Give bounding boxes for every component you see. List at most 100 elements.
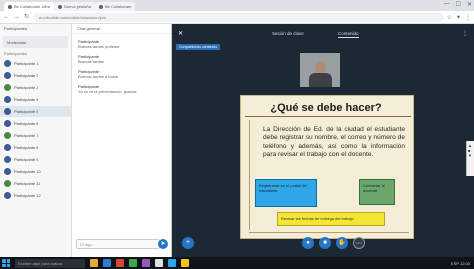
avatar: [4, 96, 11, 103]
add-button[interactable]: +: [182, 237, 194, 249]
participant-item[interactable]: Participante 8: [0, 142, 71, 153]
chat-input[interactable]: Di algo: [76, 239, 160, 249]
participant-list: Participante 1 Participante 2 Participante…: [0, 58, 71, 201]
more-icon[interactable]: ⋯: [353, 237, 365, 249]
moderator-label: Moderador: [7, 39, 27, 45]
participant-name: Participante 7: [14, 133, 39, 138]
participant-item[interactable]: Participante 6: [0, 118, 71, 129]
meeting-title: Sesión de clase: [272, 31, 304, 36]
chat-message: Participante Buenas tardes profesor: [78, 39, 165, 49]
participant-item[interactable]: Participante 10: [0, 166, 71, 177]
more-options-icon[interactable]: ⋮: [462, 30, 468, 37]
participant-item[interactable]: Participante 4: [0, 94, 71, 105]
close-window-icon[interactable]: ✕: [467, 1, 472, 8]
menu-icon[interactable]: ⋮: [465, 14, 471, 21]
side-widget[interactable]: ▲ ■ ▼: [466, 141, 474, 176]
chat-message-list: Participante Buenas tardes profesor Partic…: [72, 39, 171, 94]
taskbar-app-icon[interactable]: [103, 259, 111, 267]
slide-title-rule: [245, 116, 411, 117]
taskbar-app-icon[interactable]: [90, 259, 98, 267]
meeting-stage: ✕ Compartiendo contenido Sesión de clase…: [172, 24, 474, 257]
chat-message-text: Buenas tardes profesor: [78, 44, 120, 49]
avatar: [4, 132, 11, 139]
taskbar-app-icon[interactable]: [142, 259, 150, 267]
chat-message-text: Ya se ve la presentación, gracias: [78, 89, 137, 94]
taskbar-app-icon[interactable]: [155, 259, 163, 267]
minimize-icon[interactable]: —: [444, 1, 450, 8]
slide-green-box: Contactar al docente: [359, 179, 395, 205]
tab-favicon-icon: [58, 4, 63, 9]
toolbar-actions: ☆ ✦ ⋮: [447, 14, 471, 21]
participant-item[interactable]: Participante 7: [0, 130, 71, 141]
forward-icon[interactable]: →: [13, 14, 20, 21]
taskbar-apps: [90, 259, 189, 267]
extensions-icon[interactable]: ✦: [456, 14, 461, 21]
participant-name: Participante 11: [14, 181, 41, 186]
microphone-icon[interactable]: ●: [302, 237, 314, 249]
taskbar-search-input[interactable]: Escribe aquí para buscar: [15, 258, 85, 268]
participant-item[interactable]: Participante 1: [0, 58, 71, 69]
star-icon[interactable]: ☆: [447, 14, 452, 21]
moderator-section[interactable]: Moderador: [3, 36, 68, 48]
address-bar[interactable]: eu.bbcollab.com/collab/ui/session/join: [33, 12, 444, 22]
slide-body: La Dirección de Ed. de la ciudad el estu…: [263, 126, 405, 158]
taskbar-app-icon[interactable]: [168, 259, 176, 267]
participant-item[interactable]: Participante 9: [0, 154, 71, 165]
participant-name: Participante 4: [14, 97, 39, 102]
slide-rule-vertical: [249, 120, 250, 230]
taskbar-app-icon[interactable]: [116, 259, 124, 267]
chat-message-text: Buenas tardes: [78, 59, 104, 64]
raise-hand-icon[interactable]: ✋: [336, 237, 348, 249]
window-controls: — ☐ ✕: [444, 1, 472, 8]
slide-rule-horizontal: [249, 232, 409, 233]
avatar: [4, 192, 11, 199]
slide-title: ¿Qué se debe hacer?: [270, 102, 382, 114]
meeting-controls: ● ■ ✋ ⋯: [302, 237, 365, 249]
browser-tab-1[interactable]: Bb Collaborate Ultra: [4, 2, 55, 11]
taskbar-app-icon[interactable]: [181, 259, 189, 267]
tab-label: Bb Collaborate Ultra: [14, 4, 51, 9]
participant-item[interactable]: Participante 12: [0, 190, 71, 201]
browser-tab-2[interactable]: Nueva pestaña: [54, 2, 95, 11]
tab-favicon-icon: [8, 4, 12, 9]
close-icon[interactable]: ✕: [178, 30, 183, 37]
avatar: [4, 156, 11, 163]
presenter-video[interactable]: [300, 53, 340, 87]
avatar: [4, 72, 11, 79]
participant-name: Participante 5: [14, 109, 39, 114]
participant-name: Participante 3: [14, 85, 39, 90]
presenter-body: [309, 73, 332, 87]
browser-tab-3[interactable]: Bb Collaborate: [94, 2, 136, 11]
chat-message-text: Buenas tardes a todos: [78, 74, 119, 79]
windows-start-icon[interactable]: [2, 259, 10, 267]
reload-icon[interactable]: ↻: [23, 14, 30, 21]
avatar: [4, 144, 11, 151]
participants-panel: Participantes Moderador Participantes Pa…: [0, 24, 72, 257]
participants-sub-label: Participantes: [4, 51, 28, 56]
system-tray-clock: ESP 12:00: [450, 260, 470, 266]
avatar: [4, 120, 11, 127]
slide-blue-box: Registrarse en el portal del estudiante: [255, 179, 317, 207]
back-icon[interactable]: ←: [3, 14, 10, 21]
camera-icon[interactable]: ■: [319, 237, 331, 249]
avatar: [4, 108, 11, 115]
participant-item[interactable]: Participante 3: [0, 82, 71, 93]
chat-header: Chat general: [72, 24, 171, 34]
maximize-icon[interactable]: ☐: [456, 1, 461, 8]
tab-label: Bb Collaborate: [104, 4, 132, 9]
participant-name: Participante 6: [14, 121, 39, 126]
tab-label: Nueva pestaña: [64, 4, 91, 9]
sharing-badge: Compartiendo contenido: [176, 44, 221, 50]
participant-item[interactable]: Participante 5: [0, 106, 71, 117]
participant-item[interactable]: Participante 11: [0, 178, 71, 189]
participant-name: Participante 10: [14, 169, 41, 174]
avatar: [4, 168, 11, 175]
participant-item[interactable]: Participante 2: [0, 70, 71, 81]
chat-message: Participante Buenas tardes: [78, 54, 165, 64]
participant-name: Participante 12: [14, 193, 41, 198]
send-button[interactable]: ➤: [158, 239, 168, 249]
tab-content[interactable]: Contenido: [338, 31, 359, 38]
avatar: [4, 60, 11, 67]
shared-slide: ¿Qué se debe hacer? La Dirección de Ed. …: [240, 95, 414, 239]
taskbar-app-icon[interactable]: [129, 259, 137, 267]
